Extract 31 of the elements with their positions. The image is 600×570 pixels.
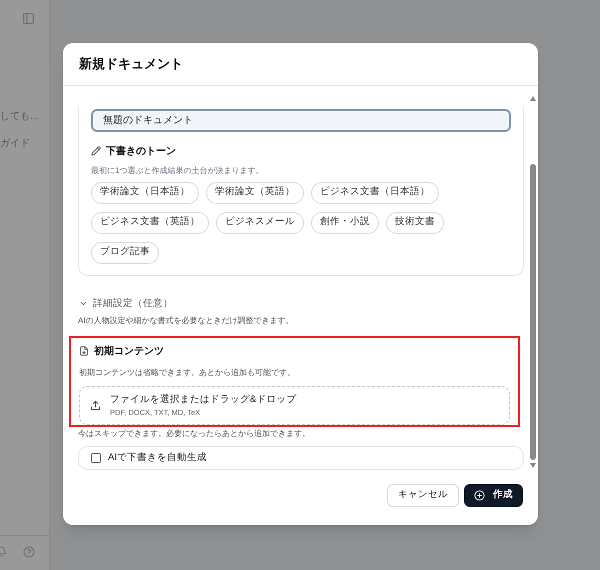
- checkbox[interactable]: [91, 452, 101, 463]
- tone-chip[interactable]: ブログ記事: [91, 242, 159, 264]
- section-heading: 下書きのトーン: [106, 144, 176, 158]
- section-description: AIの人物設定や細かな書式を必要なときだけ調整できます。: [78, 314, 295, 327]
- section-description: 初期コンテンツは省略できます。あとから追加も可能です。: [79, 366, 296, 379]
- tone-chip[interactable]: 学術論文（日本語）: [91, 182, 199, 204]
- tone-chip[interactable]: ビジネス文書（英語）: [91, 212, 209, 234]
- tone-chip[interactable]: 創作・小説: [311, 212, 379, 234]
- title-field[interactable]: 無題のドキュメント: [91, 108, 511, 132]
- pencil-icon: [91, 146, 101, 156]
- section-description: 最初に1つ選ぶと作成結果の土台が決まります。: [91, 164, 264, 176]
- upload-icon: [90, 400, 101, 411]
- cancel-button[interactable]: キャンセル: [387, 484, 459, 507]
- section-heading: 初期コンテンツ: [94, 344, 164, 359]
- advanced-settings-toggle[interactable]: 詳細設定（任意）: [93, 296, 173, 311]
- section-note: 今はスキップできます。必要になったらあとから追加できます。: [78, 428, 311, 440]
- tone-chip[interactable]: ビジネス文書（日本語）: [311, 182, 439, 204]
- dialog-title: 新規ドキュメント: [79, 55, 183, 74]
- scroll-down-icon[interactable]: [530, 463, 536, 468]
- tone-chip[interactable]: ビジネスメール: [216, 212, 304, 234]
- dropzone-label: ファイルを選択またはドラッグ&ドロップ: [110, 392, 296, 406]
- scroll-up-icon[interactable]: [530, 96, 536, 101]
- tone-chip[interactable]: 技術文書: [386, 212, 444, 234]
- file-icon: [79, 346, 89, 356]
- checkbox-label: AIで下書きを自動生成: [108, 450, 207, 465]
- plus-icon: [474, 490, 485, 501]
- create-button[interactable]: 作成: [464, 484, 523, 507]
- sidebar-toggle-icon[interactable]: [22, 12, 35, 25]
- help-icon[interactable]: [23, 546, 35, 558]
- scrollbar-thumb[interactable]: [530, 164, 536, 460]
- tone-chip[interactable]: 学術論文（英語）: [206, 182, 304, 204]
